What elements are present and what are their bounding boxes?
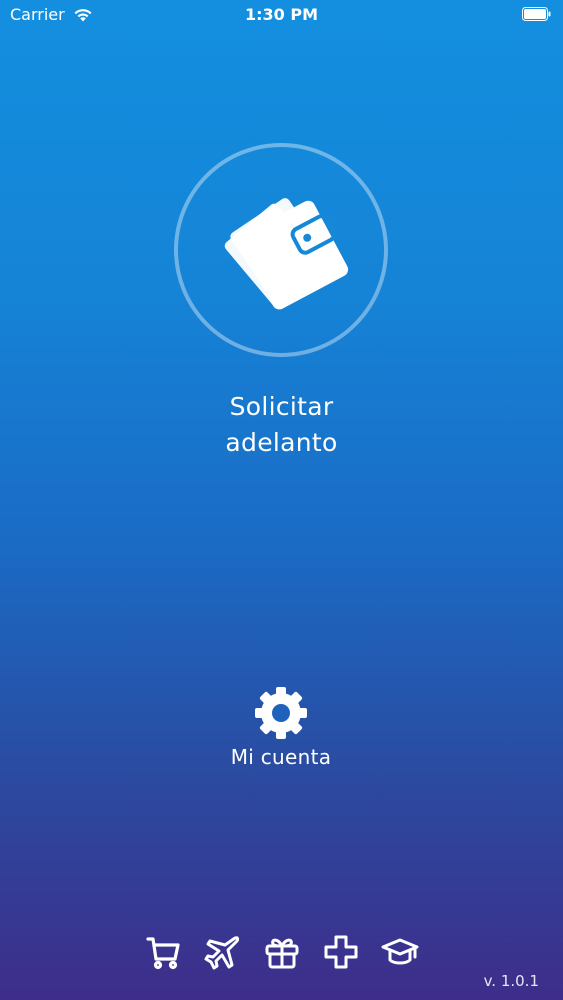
status-time: 1:30 PM xyxy=(244,5,318,24)
airplane-icon xyxy=(204,936,240,970)
app-version: v. 1.0.1 xyxy=(483,972,539,990)
category-health[interactable] xyxy=(321,932,361,972)
request-advance-button[interactable] xyxy=(174,143,388,357)
graduation-cap-icon xyxy=(381,938,419,965)
wallet-icon xyxy=(224,198,349,310)
request-advance-line1: Solicitar xyxy=(229,392,334,421)
request-advance-line2: adelanto xyxy=(225,428,338,457)
category-shopping[interactable] xyxy=(144,932,184,972)
category-gifts[interactable] xyxy=(262,932,302,972)
gift-icon xyxy=(265,938,299,969)
status-bar: Carrier 1:30 PM xyxy=(0,0,563,30)
my-account-button[interactable]: Mi cuenta xyxy=(181,685,381,775)
my-account-label: Mi cuenta xyxy=(230,745,332,769)
category-icons-bar xyxy=(144,932,420,972)
gear-icon xyxy=(255,687,307,739)
category-travel[interactable] xyxy=(203,932,243,972)
request-advance-label[interactable]: Solicitar adelanto xyxy=(0,389,563,461)
home-screen: Carrier 1:30 PM Solicitar adelanto Mi cu… xyxy=(0,0,563,1000)
plus-icon xyxy=(324,935,358,969)
category-education[interactable] xyxy=(380,932,420,972)
battery-icon xyxy=(522,7,551,21)
cart-icon xyxy=(146,937,180,970)
